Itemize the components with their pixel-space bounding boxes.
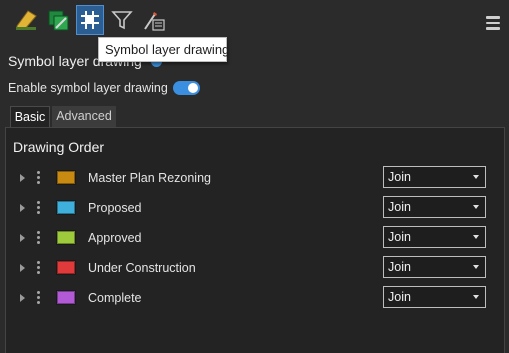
dropdown-caret-icon <box>473 265 479 269</box>
dropdown-caret-icon <box>473 295 479 299</box>
expand-arrow-icon[interactable] <box>20 174 25 182</box>
enable-row: Enable symbol layer drawing <box>8 80 200 96</box>
layers-icon <box>48 10 69 31</box>
symbol-swatch[interactable] <box>56 230 76 245</box>
layer-name: Approved <box>88 231 142 245</box>
drag-handle-icon[interactable] <box>37 201 40 215</box>
tab-advanced[interactable]: Advanced <box>52 106 116 127</box>
join-select-value: Join <box>388 230 411 244</box>
join-select[interactable]: Join <box>383 286 486 308</box>
expand-arrow-icon[interactable] <box>20 294 25 302</box>
enable-label: Enable symbol layer drawing <box>8 81 168 95</box>
layer-name: Proposed <box>88 201 142 215</box>
join-select-value: Join <box>388 290 411 304</box>
expand-arrow-icon[interactable] <box>20 234 25 242</box>
grid-hash-icon <box>81 11 99 29</box>
join-select-value: Join <box>388 260 411 274</box>
filter-icon <box>111 11 133 30</box>
join-select[interactable]: Join <box>383 226 486 248</box>
drag-handle-icon[interactable] <box>37 231 40 245</box>
drag-handle-icon[interactable] <box>37 291 40 305</box>
layer-name: Master Plan Rezoning <box>88 171 211 185</box>
list-edit-button[interactable] <box>140 5 168 35</box>
enable-toggle[interactable] <box>172 81 200 95</box>
dropdown-caret-icon <box>473 205 479 209</box>
symbol-swatch[interactable] <box>56 200 76 215</box>
tab-basic[interactable]: Basic <box>10 106 50 127</box>
layer-name: Under Construction <box>88 261 196 275</box>
drawing-order-panel: Drawing Order Master Plan Rezoning Join … <box>5 127 505 353</box>
symbol-swatch[interactable] <box>56 290 76 305</box>
join-select-value: Join <box>388 170 411 184</box>
expand-arrow-icon[interactable] <box>20 264 25 272</box>
drag-handle-icon[interactable] <box>37 261 40 275</box>
layer-row: Proposed Join <box>6 196 504 220</box>
layer-row: Under Construction Join <box>6 256 504 280</box>
join-select[interactable]: Join <box>383 166 486 188</box>
join-select[interactable]: Join <box>383 256 486 278</box>
layer-symbology-button[interactable] <box>44 5 72 35</box>
join-select[interactable]: Join <box>383 196 486 218</box>
layer-name: Complete <box>88 291 142 305</box>
symbol-swatch[interactable] <box>56 260 76 275</box>
layer-row: Master Plan Rezoning Join <box>6 166 504 190</box>
expand-arrow-icon[interactable] <box>20 204 25 212</box>
hamburger-menu-icon[interactable] <box>486 16 500 30</box>
layer-row: Approved Join <box>6 226 504 250</box>
symbol-layer-drawing-button[interactable] <box>76 5 104 35</box>
toolbar <box>0 0 509 44</box>
layer-row: Complete Join <box>6 286 504 310</box>
toggle-knob <box>187 83 198 93</box>
list-edit-icon <box>144 12 165 31</box>
join-select-value: Join <box>388 200 411 214</box>
drag-handle-icon[interactable] <box>37 171 40 185</box>
symbology-button[interactable] <box>12 5 40 35</box>
pencil-icon <box>16 10 37 30</box>
filter-button[interactable] <box>108 5 136 35</box>
dropdown-caret-icon <box>473 235 479 239</box>
dropdown-caret-icon <box>473 175 479 179</box>
panel-title: Drawing Order <box>13 139 105 155</box>
symbol-swatch[interactable] <box>56 170 76 185</box>
tooltip: Symbol layer drawing <box>98 37 229 62</box>
